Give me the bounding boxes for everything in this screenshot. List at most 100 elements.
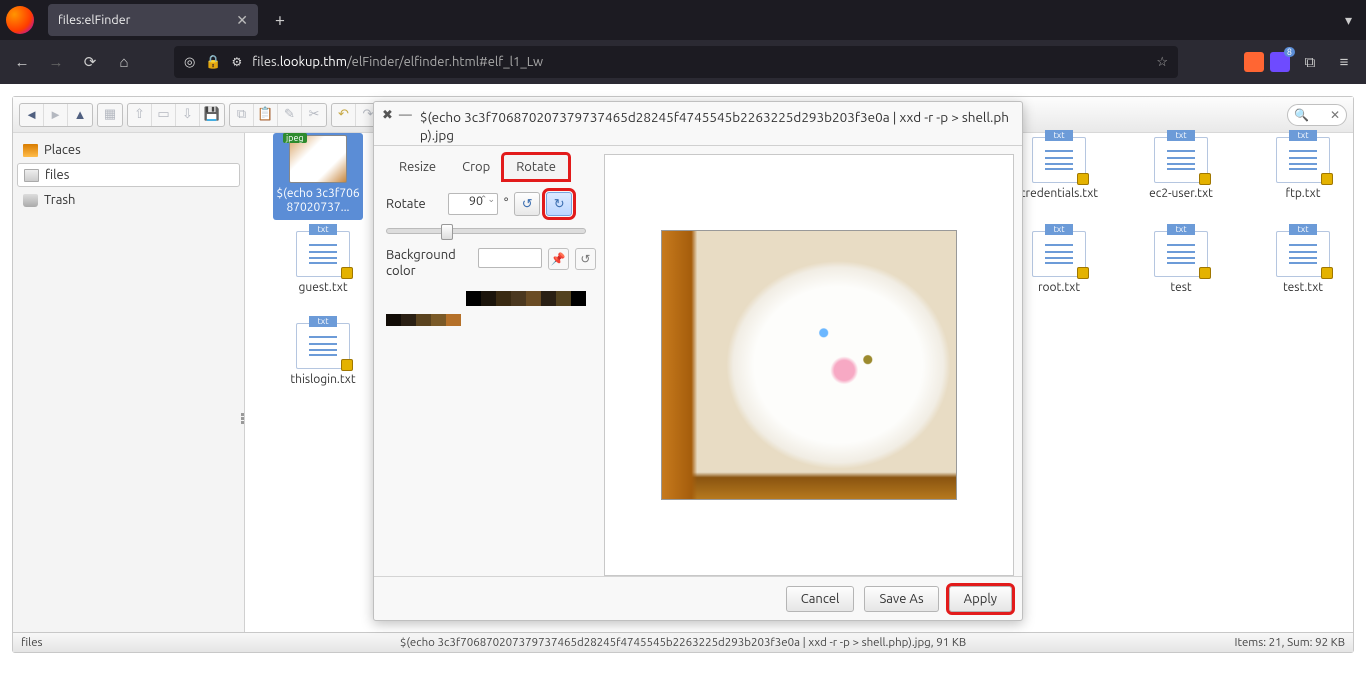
file-name: test.txt bbox=[1253, 281, 1353, 295]
file-item-selected[interactable]: jpeg $(echo 3c3f70687020737... bbox=[273, 133, 363, 220]
rotate-cw-button[interactable]: ↻ bbox=[546, 192, 572, 216]
palette-color[interactable] bbox=[386, 314, 401, 326]
delete-icon[interactable]: ✂ bbox=[302, 104, 326, 126]
file-item[interactable]: txt ec2-user.txt bbox=[1131, 137, 1231, 201]
file-item[interactable]: txt test bbox=[1131, 231, 1231, 295]
copy-icon[interactable]: ⧉ bbox=[230, 104, 254, 126]
apply-button[interactable]: Apply bbox=[949, 586, 1012, 612]
nav-label: files bbox=[45, 168, 69, 182]
nav-fwd-icon[interactable]: ► bbox=[44, 104, 68, 126]
nav-places[interactable]: Places bbox=[17, 138, 240, 162]
slider-thumb[interactable] bbox=[441, 224, 453, 240]
txt-thumb: txt bbox=[1154, 231, 1208, 277]
saveas-button[interactable]: Save As bbox=[864, 586, 938, 612]
dialog-footer: Cancel Save As Apply bbox=[374, 576, 1022, 620]
file-item[interactable]: txt credentials.txt bbox=[1009, 137, 1109, 201]
nav-back-icon[interactable]: ◄ bbox=[20, 104, 44, 126]
cancel-button[interactable]: Cancel bbox=[786, 586, 855, 612]
dialog-close-icon[interactable]: ✖ bbox=[382, 108, 393, 123]
file-item[interactable]: txt root.txt bbox=[1009, 231, 1109, 295]
palette-color[interactable] bbox=[526, 291, 541, 306]
folder-icon bbox=[24, 169, 39, 182]
tab-strip: files:elFinder ✕ + ▾ bbox=[0, 0, 1366, 40]
rotate-slider[interactable] bbox=[386, 228, 586, 234]
forward-button[interactable]: → bbox=[42, 48, 70, 76]
lock-insecure-icon: 🔒 bbox=[205, 55, 221, 70]
file-item[interactable]: txt thislogin.txt bbox=[273, 323, 373, 387]
image-preview bbox=[604, 154, 1014, 576]
palette-color[interactable] bbox=[416, 314, 431, 326]
tab-rotate[interactable]: Rotate bbox=[503, 154, 569, 180]
newfolder-icon[interactable]: ▦ bbox=[98, 104, 122, 126]
elfinder: ◄ ► ▲ ▦ ⇧ ▭ ⇩ 💾 ⧉ 📋 ✎ ✂ ↶ ↷ bbox=[12, 96, 1354, 653]
new-tab-button[interactable]: + bbox=[266, 6, 294, 34]
file-name: credentials.txt bbox=[1009, 187, 1109, 201]
lock-icon bbox=[1321, 267, 1333, 279]
rotate-label: Rotate bbox=[386, 197, 442, 211]
pin-button[interactable]: 📌 bbox=[548, 248, 569, 270]
search-field[interactable]: 🔍 ✕ bbox=[1287, 104, 1347, 126]
upload-icon[interactable]: ⇧ bbox=[128, 104, 152, 126]
nav-files[interactable]: files bbox=[17, 163, 240, 187]
tab-resize[interactable]: Resize bbox=[386, 154, 449, 180]
palette-color[interactable] bbox=[466, 291, 481, 306]
rotate-ccw-button[interactable]: ↺ bbox=[514, 192, 540, 216]
status-bar: files $(echo 3c3f706870207379737465d2824… bbox=[13, 632, 1353, 652]
paste-icon[interactable]: 📋 bbox=[254, 104, 278, 126]
nav-label: Trash bbox=[44, 193, 75, 207]
download-icon[interactable]: ⇩ bbox=[176, 104, 200, 126]
url-bar[interactable]: ◎ 🔒 ⚙ files.lookup.thm/elFinder/elfinder… bbox=[174, 46, 1178, 78]
palette-color[interactable] bbox=[571, 291, 586, 306]
file-name: thislogin.txt bbox=[273, 373, 373, 387]
palette-color[interactable] bbox=[511, 291, 526, 306]
back-button[interactable]: ← bbox=[8, 48, 36, 76]
reset-button[interactable]: ↺ bbox=[575, 248, 596, 270]
txt-thumb: txt bbox=[1032, 231, 1086, 277]
rotate-degree-input[interactable]: 90 bbox=[448, 193, 498, 215]
palette-color[interactable] bbox=[431, 314, 446, 326]
bgcolor-label: Background color bbox=[386, 248, 472, 279]
dialog-minimize-icon[interactable]: — bbox=[399, 108, 412, 123]
bgcolor-swatch[interactable] bbox=[478, 248, 541, 268]
places-icon bbox=[23, 144, 38, 157]
palette-color[interactable] bbox=[496, 291, 511, 306]
reload-button[interactable]: ⟳ bbox=[76, 48, 104, 76]
bookmark-star-icon[interactable]: ☆ bbox=[1156, 55, 1168, 70]
file-item[interactable]: txt guest.txt bbox=[273, 231, 373, 295]
extensions-button[interactable]: ⧉ bbox=[1296, 48, 1324, 76]
file-name: guest.txt bbox=[273, 281, 373, 295]
controls-pane: Resize Crop Rotate Rotate 90 ° ↺ ↻ bbox=[386, 154, 596, 576]
app-menu-button[interactable]: ≡ bbox=[1330, 48, 1358, 76]
dialog-titlebar[interactable]: ✖ — $(echo 3c3f706870207379737465d28245f… bbox=[374, 102, 1022, 146]
file-item[interactable]: txt test.txt bbox=[1253, 231, 1353, 295]
tab-crop[interactable]: Crop bbox=[449, 154, 503, 180]
bgcolor-row: Background color 📌 ↺ bbox=[386, 248, 596, 279]
browser-tab[interactable]: files:elFinder ✕ bbox=[48, 4, 258, 36]
app-viewport: ◄ ► ▲ ▦ ⇧ ▭ ⇩ 💾 ⧉ 📋 ✎ ✂ ↶ ↷ bbox=[0, 84, 1366, 675]
file-name: $(echo 3c3f70687020737... bbox=[273, 187, 363, 216]
palette-color[interactable] bbox=[541, 291, 556, 306]
palette-color[interactable] bbox=[446, 314, 461, 326]
palette-color[interactable] bbox=[556, 291, 571, 306]
txt-thumb: txt bbox=[296, 323, 350, 369]
save-icon[interactable]: 💾 bbox=[200, 104, 224, 126]
palette-color[interactable] bbox=[481, 291, 496, 306]
rotate-row: Rotate 90 ° ↺ ↻ bbox=[386, 192, 596, 216]
extension2-icon[interactable] bbox=[1270, 52, 1290, 72]
nav-trash[interactable]: Trash bbox=[17, 188, 240, 212]
jpeg-badge: jpeg bbox=[283, 133, 307, 143]
file-item[interactable]: txt ftp.txt bbox=[1253, 137, 1353, 201]
undo-icon[interactable]: ↶ bbox=[332, 104, 356, 126]
nav-up-icon[interactable]: ▲ bbox=[68, 104, 92, 126]
lock-icon bbox=[1199, 267, 1211, 279]
tab-close-icon[interactable]: ✕ bbox=[236, 12, 248, 29]
open-icon[interactable]: ▭ bbox=[152, 104, 176, 126]
search-clear-icon[interactable]: ✕ bbox=[1330, 108, 1340, 122]
cut-icon[interactable]: ✎ bbox=[278, 104, 302, 126]
extension1-icon[interactable] bbox=[1244, 52, 1264, 72]
home-button[interactable]: ⌂ bbox=[110, 48, 138, 76]
palette-color[interactable] bbox=[401, 314, 416, 326]
tabs-overflow-icon[interactable]: ▾ bbox=[1345, 12, 1352, 29]
preview-image[interactable] bbox=[661, 230, 957, 500]
palette-row2[interactable] bbox=[386, 314, 586, 326]
